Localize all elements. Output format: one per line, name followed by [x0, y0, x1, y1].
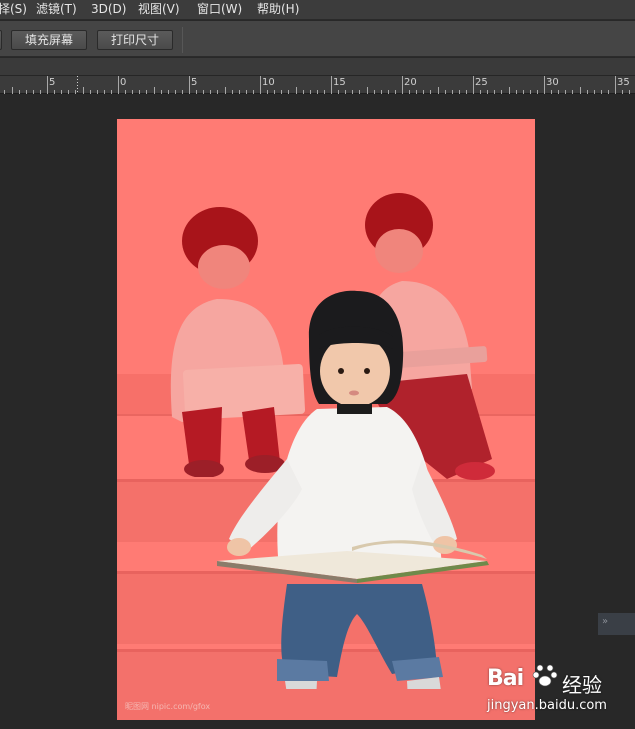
ruler-label: 5 [191, 77, 198, 88]
ruler-label: 15 [333, 77, 346, 88]
ruler-ticks [4, 76, 630, 94]
fill-screen-button[interactable]: 填充屏幕 [11, 30, 87, 50]
paw-icon [532, 664, 558, 687]
ruler-label: 0 [120, 77, 127, 88]
cut-off-button[interactable] [0, 30, 2, 50]
separator [182, 27, 183, 53]
document-tab-strip [0, 58, 635, 76]
menu-3d[interactable]: 3D(D) [91, 0, 126, 20]
options-bar: 填充屏幕 打印尺寸 [0, 21, 635, 57]
panel-collapse-handle[interactable]: » [598, 613, 635, 635]
baidu-jingyan-watermark: Bai 经验 jingyan.baidu.com [487, 660, 635, 722]
menu-view[interactable]: 视图(V) [138, 0, 180, 20]
ruler-label: 35 [617, 77, 630, 88]
horizontal-ruler[interactable]: 5 0 5 10 15 20 25 30 35 [0, 76, 635, 94]
collapse-arrow-icon: » [602, 616, 609, 627]
photoshop-window: 择(S) 滤镜(T) 3D(D) 视图(V) 窗口(W) 帮助(H) 填充屏幕 … [0, 0, 635, 729]
baidu-logo: Bai [487, 666, 524, 691]
ruler-label: 25 [475, 77, 488, 88]
menu-help[interactable]: 帮助(H) [257, 0, 299, 20]
document-watermark: 昵图网 nipic.com/gfox [125, 702, 211, 711]
jingyan-url: jingyan.baidu.com [487, 698, 607, 713]
menu-bar: 择(S) 滤镜(T) 3D(D) 视图(V) 窗口(W) 帮助(H) [0, 0, 635, 20]
ruler-label: 20 [404, 77, 417, 88]
jingyan-text: 经验 [562, 673, 602, 697]
canvas-workspace[interactable]: 昵图网 nipic.com/gfox [0, 95, 635, 729]
ruler-label: 5 [49, 77, 56, 88]
print-size-button[interactable]: 打印尺寸 [97, 30, 173, 50]
foreground-child-reading [217, 290, 489, 689]
menu-filter[interactable]: 滤镜(T) [36, 0, 77, 20]
menu-window[interactable]: 窗口(W) [197, 0, 242, 20]
ruler-label: 30 [546, 77, 559, 88]
document-canvas[interactable]: 昵图网 nipic.com/gfox [117, 119, 535, 720]
ruler-label: 10 [262, 77, 275, 88]
menu-select[interactable]: 择(S) [0, 0, 27, 20]
